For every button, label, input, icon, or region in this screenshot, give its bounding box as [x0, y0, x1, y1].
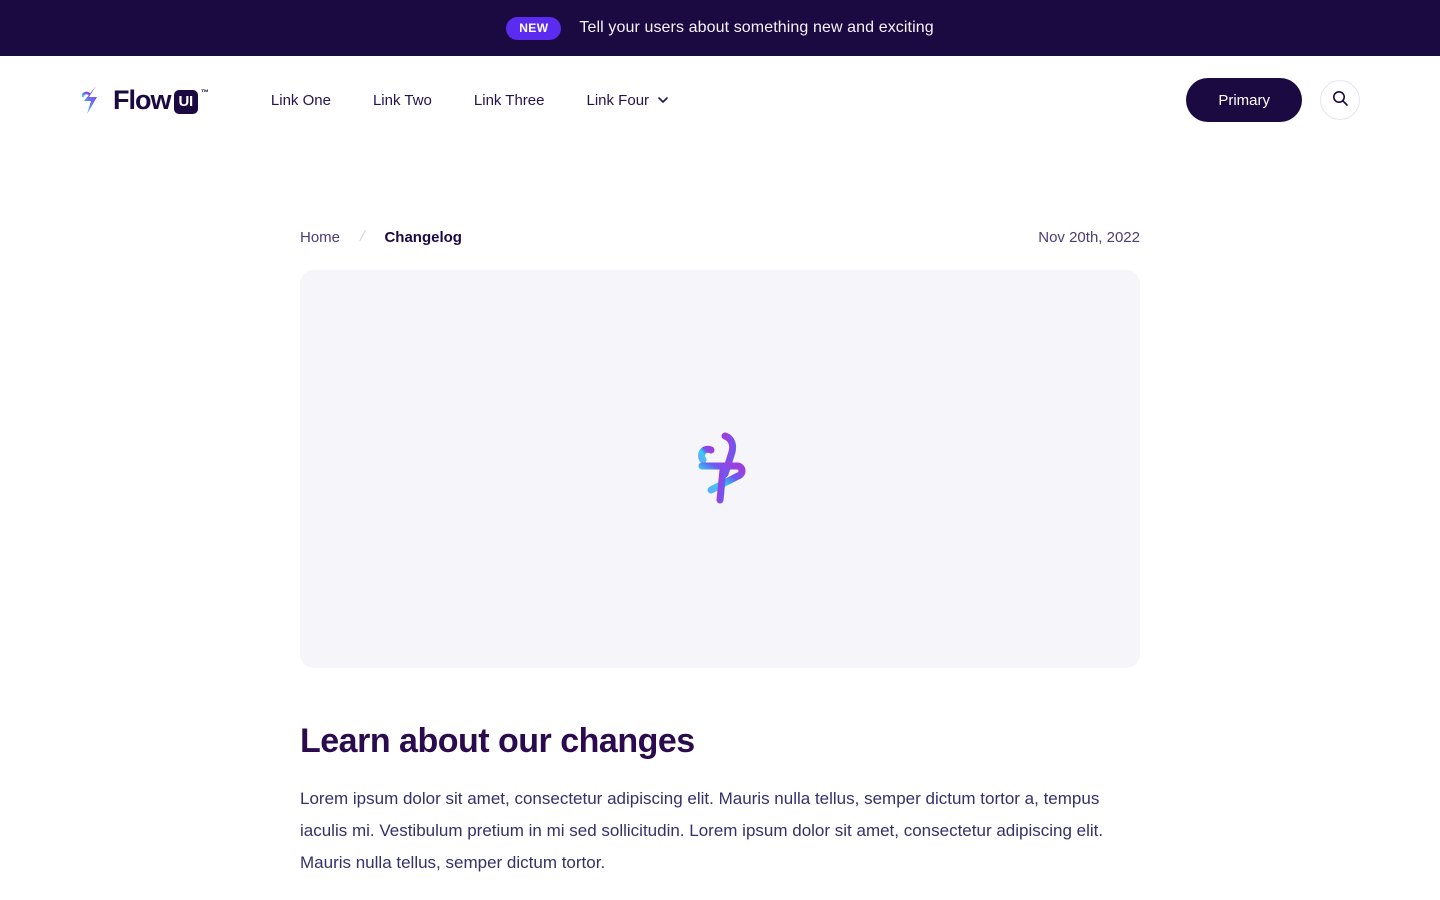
- page-title: Learn about our changes: [300, 722, 695, 760]
- announcement-banner: NEW Tell your users about something new …: [0, 0, 1440, 56]
- logo-link[interactable]: Flow UI ™: [80, 85, 209, 115]
- logo-word: Flow: [113, 84, 171, 115]
- banner-message: Tell your users about something new and …: [579, 19, 934, 36]
- article-media-placeholder: [300, 270, 1140, 668]
- breadcrumb-current: Changelog: [384, 228, 462, 246]
- logo-wordmark: Flow UI ™: [113, 84, 209, 115]
- nav-link-two[interactable]: Link Two: [373, 92, 432, 109]
- nav-link-four[interactable]: Link Four: [587, 92, 669, 109]
- primary-button[interactable]: Primary: [1186, 78, 1302, 122]
- breadcrumb-home[interactable]: Home: [300, 229, 340, 246]
- breadcrumb: Home / Changelog: [300, 228, 462, 246]
- logo-ui-badge: UI: [173, 89, 198, 114]
- new-badge: NEW: [506, 16, 562, 40]
- article-body: Lorem ipsum dolor sit amet, consectetur …: [300, 789, 1104, 872]
- nav-link-four-label: Link Four: [586, 91, 650, 109]
- nav-link-two-label: Link Two: [372, 91, 432, 109]
- flow-bolt-3d-icon: [687, 430, 753, 508]
- breadcrumb-separator: /: [358, 227, 367, 246]
- main-navigation: Link One Link Two Link Three Link Four: [271, 92, 668, 109]
- nav-link-three-label: Link Three: [473, 91, 545, 109]
- header-actions: Primary: [1186, 78, 1360, 122]
- nav-link-one[interactable]: Link One: [271, 92, 331, 109]
- nav-link-three[interactable]: Link Three: [474, 92, 545, 109]
- flow-bolt-icon: [80, 85, 106, 115]
- publish-date: Nov 20th, 2022: [1038, 228, 1140, 246]
- nav-link-one-label: Link One: [270, 91, 331, 109]
- breadcrumb-row: Home / Changelog Nov 20th, 2022: [300, 228, 1140, 246]
- search-button[interactable]: [1320, 80, 1360, 120]
- chevron-down-icon: [658, 97, 668, 103]
- main-content: Home / Changelog Nov 20th, 2022 Learn ab…: [300, 144, 1140, 879]
- site-header: Flow UI ™ Link One Link Two Link Three L…: [0, 56, 1440, 144]
- search-icon: [1332, 90, 1349, 110]
- logo-trademark: ™: [200, 87, 209, 97]
